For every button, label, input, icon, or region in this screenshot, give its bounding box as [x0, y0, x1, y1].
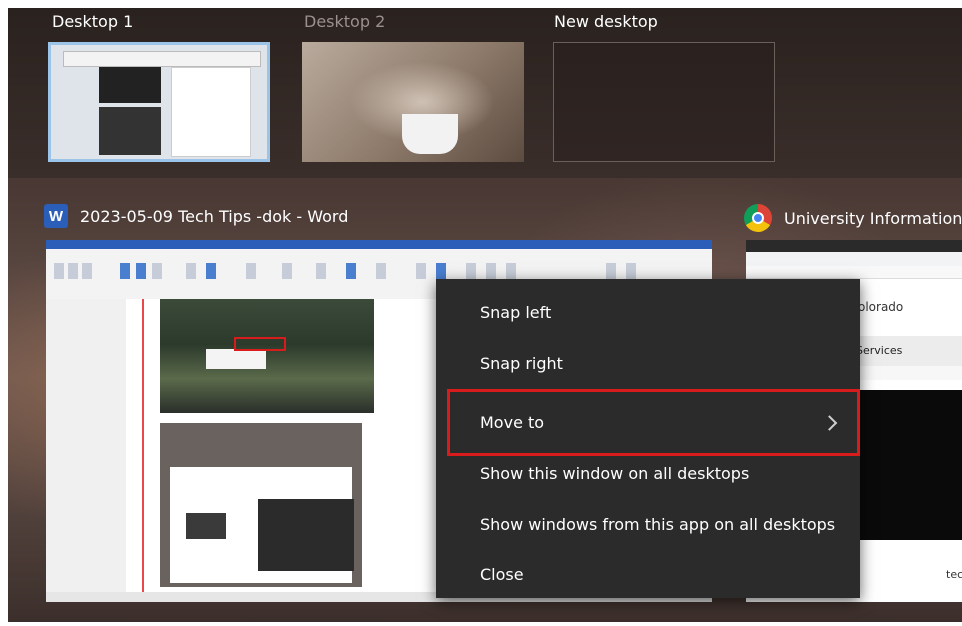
- desktops-strip: Desktop 1 Desktop 2 New desktop: [8, 8, 962, 178]
- menu-item-label: Move to: [480, 413, 545, 432]
- menu-item-snap-right[interactable]: Snap right: [436, 338, 860, 388]
- chrome-icon: [744, 204, 772, 232]
- ribbon-icon: [82, 263, 92, 279]
- ribbon-icon: [626, 263, 636, 279]
- menu-item-snap-left[interactable]: Snap left: [436, 287, 860, 337]
- ribbon-icon: [486, 263, 496, 279]
- word-icon: W: [44, 204, 68, 228]
- screenshot-highlight: [234, 337, 286, 351]
- ribbon-icon: [136, 263, 146, 279]
- page-text-fragment: tec: [946, 568, 962, 581]
- ribbon-icon: [436, 263, 446, 279]
- desktop-2-thumbnail[interactable]: [302, 42, 524, 162]
- context-menu: Snap left Snap right Move to Show this w…: [436, 279, 860, 598]
- ribbon-icon: [376, 263, 386, 279]
- menu-item-label: Snap right: [480, 353, 563, 373]
- chrome-window-header[interactable]: University Information: [744, 204, 962, 232]
- mini-page: [171, 67, 251, 157]
- new-desktop-label[interactable]: New desktop: [554, 12, 658, 31]
- document-screenshot-2: [160, 423, 362, 587]
- ribbon-icon: [152, 263, 162, 279]
- ribbon-icon: [416, 263, 426, 279]
- screenshot-thumbnail: [186, 513, 226, 539]
- ribbon-icon: [120, 263, 130, 279]
- menu-item-move-to[interactable]: Move to: [447, 389, 860, 456]
- document-screenshot-1: [160, 299, 374, 413]
- screenshot-menu: [258, 499, 354, 571]
- mini-thumbnail: [99, 67, 161, 103]
- task-view: Desktop 1 Desktop 2 New desktop W 2023-0…: [8, 8, 962, 622]
- chrome-bookmarks-bar: [746, 266, 962, 279]
- chevron-right-icon: [821, 414, 838, 431]
- chrome-toolbar: [746, 252, 962, 266]
- menu-item-show-app-all-desktops[interactable]: Show windows from this app on all deskto…: [436, 499, 860, 549]
- word-window-header[interactable]: W 2023-05-09 Tech Tips -dok - Word: [44, 204, 348, 228]
- chrome-window-title: University Information: [784, 208, 962, 228]
- ribbon-icon: [316, 263, 326, 279]
- page-heading: Services: [856, 344, 903, 357]
- menu-item-show-window-all-desktops[interactable]: Show this window on all desktops: [436, 448, 860, 498]
- ribbon-icon: [68, 263, 78, 279]
- page-logo: olorado: [858, 300, 904, 314]
- ribbon-icon: [346, 263, 356, 279]
- ribbon-icon: [54, 263, 64, 279]
- ribbon-icon: [246, 263, 256, 279]
- desktop-1-label[interactable]: Desktop 1: [52, 12, 133, 31]
- word-window-title: 2023-05-09 Tech Tips -dok - Word: [80, 206, 349, 226]
- page-margin-line: [142, 299, 144, 592]
- ribbon-icon: [206, 263, 216, 279]
- menu-item-label: Show this window on all desktops: [480, 463, 750, 483]
- screenshot-dialog: [206, 349, 266, 369]
- new-desktop-thumbnail[interactable]: [553, 42, 775, 162]
- menu-item-label: Show windows from this app on all deskto…: [480, 514, 836, 534]
- ribbon-icon: [186, 263, 196, 279]
- word-titlebar: [46, 240, 712, 249]
- coffee-cup: [402, 114, 458, 154]
- menu-item-label: Close: [480, 564, 524, 584]
- ribbon-icon: [282, 263, 292, 279]
- mini-thumbnail: [99, 107, 161, 155]
- desktop-1-thumbnail[interactable]: [48, 42, 270, 162]
- ribbon-icon: [506, 263, 516, 279]
- chrome-tabstrip: [746, 240, 962, 252]
- ribbon-icon: [466, 263, 476, 279]
- mini-window-toolbar: [63, 51, 261, 67]
- menu-item-close[interactable]: Close: [436, 549, 860, 599]
- ribbon-icon: [606, 263, 616, 279]
- desktop-2-label[interactable]: Desktop 2: [304, 12, 385, 31]
- menu-item-label: Snap left: [480, 302, 552, 322]
